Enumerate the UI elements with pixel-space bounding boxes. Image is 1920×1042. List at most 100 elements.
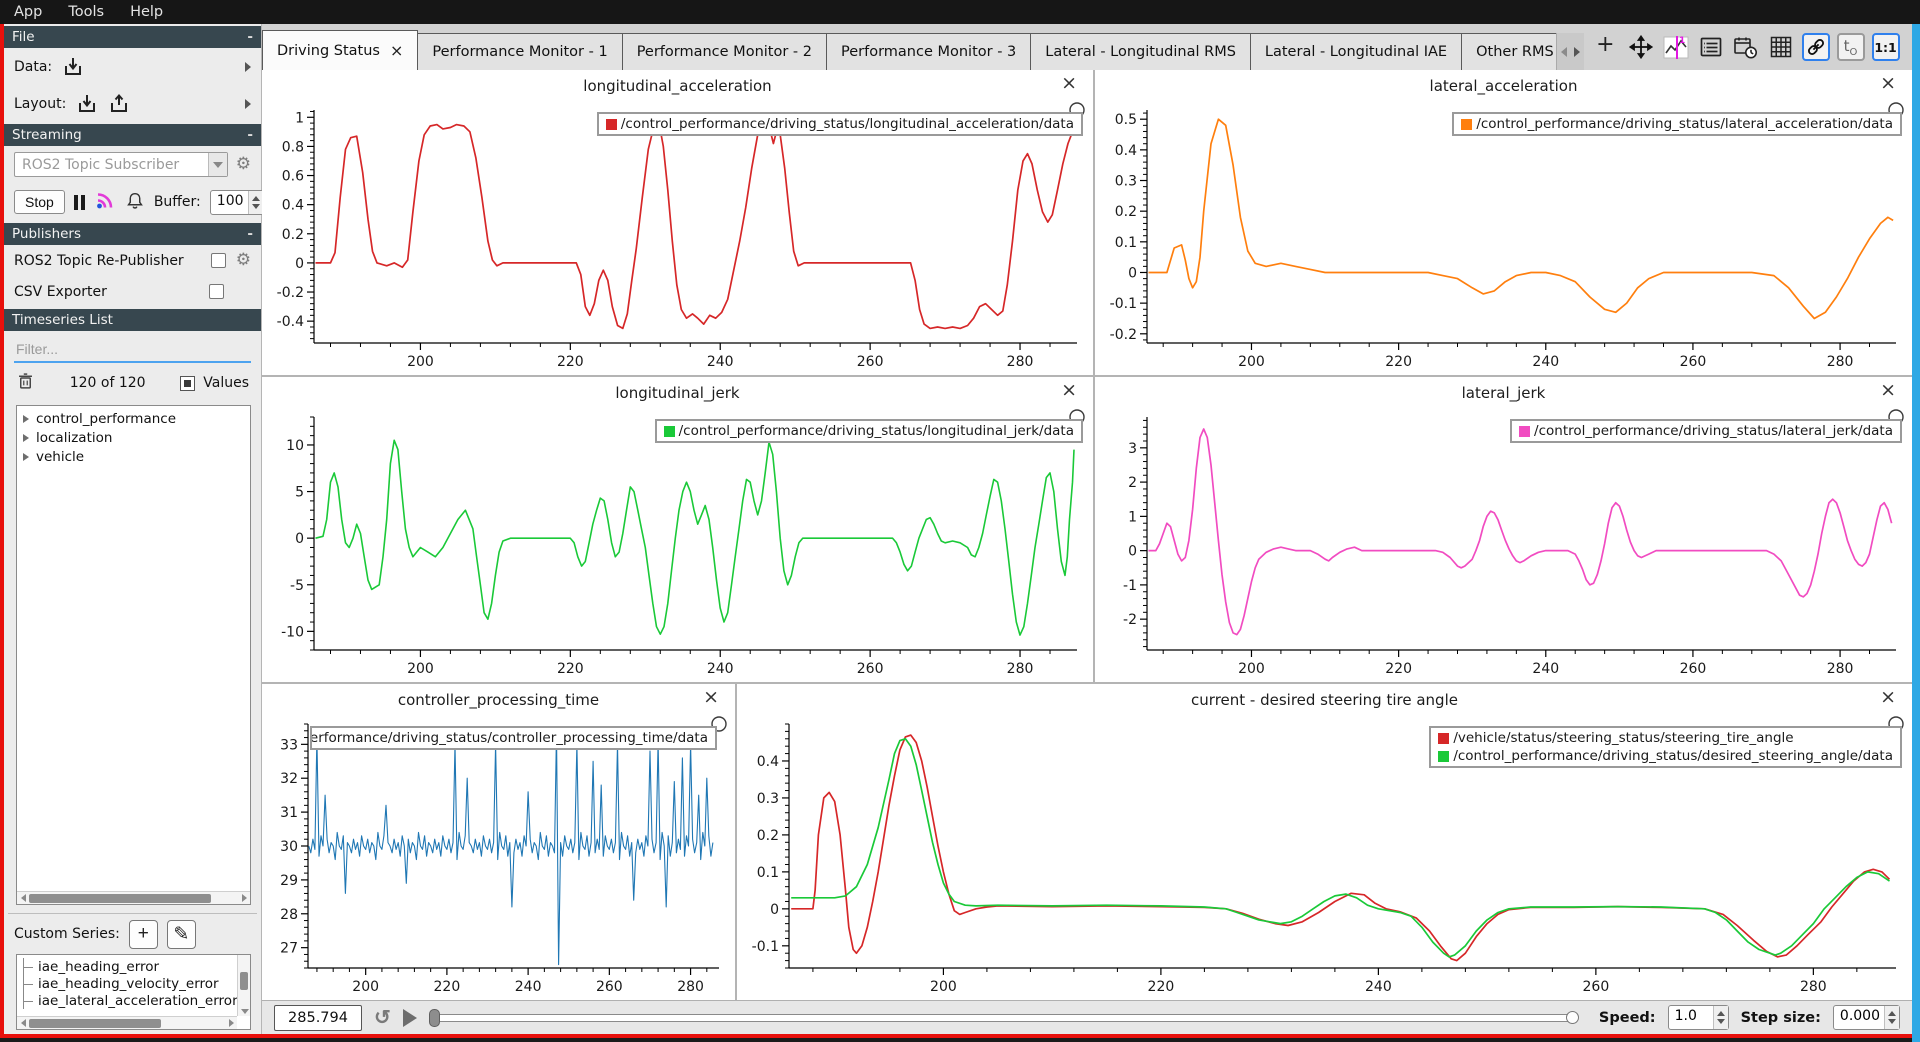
timeseries-tree: control_performancelocalization vehicle <box>16 405 251 905</box>
republisher-checkbox[interactable] <box>211 253 226 268</box>
tab-performance-monitor-2[interactable]: Performance Monitor - 2 <box>622 33 827 70</box>
svg-text:-0.4: -0.4 <box>277 314 304 330</box>
buffer-spinbox[interactable]: 100 <box>210 190 264 215</box>
streaming-gear-icon[interactable]: ⚙ <box>236 156 251 173</box>
menu-help[interactable]: Help <box>130 4 163 20</box>
streaming-source-select[interactable]: ROS2 Topic Subscriber <box>14 152 228 177</box>
combo-arrow-icon[interactable] <box>208 153 227 176</box>
grid-layout-icon[interactable] <box>1767 33 1795 61</box>
legend-entry[interactable]: /control_performance/driving_status/desi… <box>1438 748 1893 764</box>
loop-icon[interactable]: ↺ <box>374 1005 391 1030</box>
notification-bell-icon[interactable] <box>125 190 145 215</box>
legend-color-swatch-icon <box>1438 751 1449 762</box>
chart-legend[interactable]: /control_performance/driving_status/long… <box>597 112 1083 136</box>
section-header-publishers: Publishers - <box>4 223 261 245</box>
filter-input[interactable] <box>14 337 251 363</box>
load-data-icon[interactable] <box>62 56 84 78</box>
collapse-file-button[interactable]: - <box>247 29 253 45</box>
chart-legend[interactable]: /control_performance/driving_status/long… <box>655 419 1083 443</box>
chart-legend[interactable]: performance/driving_status/controller_pr… <box>310 726 717 750</box>
legend-entry[interactable]: performance/driving_status/controller_pr… <box>319 730 708 746</box>
edit-custom-series-button[interactable]: ✎ <box>167 920 196 949</box>
republisher-gear-icon[interactable]: ⚙ <box>236 252 251 269</box>
data-more-arrow-icon[interactable] <box>245 62 251 72</box>
svg-text:280: 280 <box>1007 661 1034 677</box>
collapse-publishers-button[interactable]: - <box>247 226 253 242</box>
legend-entry[interactable]: /vehicle/status/steering_status/steering… <box>1438 730 1893 746</box>
ratio-1-1-icon[interactable]: 1:1 <box>1872 33 1900 61</box>
chart-legend[interactable]: /vehicle/status/steering_status/steering… <box>1429 726 1902 768</box>
stop-button[interactable]: Stop <box>14 190 65 214</box>
time-offset-icon[interactable]: tO <box>1837 33 1865 61</box>
custom-series-item-iae-heading-error[interactable]: iae_heading_error <box>23 958 250 975</box>
custom-series-item-iae-heading-velocity-error[interactable]: iae_heading_velocity_error <box>23 975 250 992</box>
tab-scroll-right-icon[interactable] <box>1574 47 1580 57</box>
tree-item-localization[interactable]: localization <box>17 428 250 447</box>
datetime-icon[interactable] <box>1732 33 1760 61</box>
layout-more-arrow-icon[interactable] <box>245 99 251 109</box>
tree-item-label: vehicle <box>36 449 84 465</box>
csv-exporter-checkbox[interactable] <box>209 284 224 299</box>
spin-arrows-icon[interactable] <box>1713 1006 1728 1029</box>
tab-lateral-longitudinal-iae[interactable]: Lateral - Longitudinal IAE <box>1250 33 1462 70</box>
tree-item-vehicle[interactable]: vehicle <box>17 447 250 466</box>
time-slider-handle[interactable] <box>429 1009 440 1027</box>
tab-lateral-longitudinal-rms[interactable]: Lateral - Longitudinal RMS <box>1030 33 1251 70</box>
collapse-streaming-button[interactable]: - <box>247 127 253 143</box>
time-slider[interactable] <box>429 1008 1573 1028</box>
pause-icon[interactable] <box>74 195 85 210</box>
speed-spinbox[interactable]: 1.0 <box>1668 1005 1729 1030</box>
tab-scroll-left-icon[interactable] <box>1561 47 1567 57</box>
values-checkbox[interactable] <box>180 376 195 391</box>
custom-series-item-label: iae_heading_error <box>38 959 159 975</box>
tab-driving-status[interactable]: Driving Status× <box>262 30 418 70</box>
play-icon[interactable] <box>403 1009 417 1027</box>
tab-close-icon[interactable]: × <box>390 41 403 60</box>
custom-hscrollbar[interactable] <box>17 1016 237 1029</box>
legend-label: /control_performance/driving_status/late… <box>1476 116 1893 132</box>
tree-branch-icon <box>23 958 35 975</box>
custom-series-item-iae-lateral-acceleration-error[interactable]: iae_lateral_acceleration_error <box>23 992 250 1009</box>
tab-other-rms[interactable]: Other RMS <box>1461 33 1557 70</box>
tree-hscrollbar[interactable] <box>17 891 250 904</box>
add-tab-button[interactable]: + <box>1584 32 1626 63</box>
svg-text:0.4: 0.4 <box>282 198 304 214</box>
trash-icon[interactable] <box>16 371 35 395</box>
expander-icon[interactable] <box>23 415 29 423</box>
publisher-row-csv: CSV Exporter <box>4 276 261 307</box>
legend-entry[interactable]: /control_performance/driving_status/long… <box>664 423 1074 439</box>
legend-color-swatch-icon <box>664 426 675 437</box>
stream-signal-icon[interactable] <box>94 189 116 215</box>
step-size-spinbox[interactable]: 0.000 <box>1833 1005 1900 1030</box>
legend-entry[interactable]: /control_performance/driving_status/late… <box>1461 116 1893 132</box>
legend-entry[interactable]: /control_performance/driving_status/late… <box>1519 423 1893 439</box>
expander-icon[interactable] <box>23 434 29 442</box>
time-slider-track[interactable] <box>429 1014 1573 1022</box>
svg-text:220: 220 <box>1385 661 1412 677</box>
tree-hscroll-thumb[interactable] <box>29 894 211 903</box>
chart-legend[interactable]: /control_performance/driving_status/late… <box>1452 112 1902 136</box>
tab-performance-monitor-1[interactable]: Performance Monitor - 1 <box>417 33 622 70</box>
menu-tools[interactable]: Tools <box>68 4 104 20</box>
link-axes-icon[interactable] <box>1802 33 1830 61</box>
svg-text:0.1: 0.1 <box>757 865 779 881</box>
load-layout-icon[interactable] <box>76 93 98 115</box>
custom-vscroll-thumb[interactable] <box>240 972 248 990</box>
chart-legend[interactable]: /control_performance/driving_status/late… <box>1510 419 1902 443</box>
pan-move-icon[interactable] <box>1627 33 1655 61</box>
tree-item-control-performance[interactable]: control_performance <box>17 409 250 428</box>
save-layout-icon[interactable] <box>108 93 130 115</box>
menu-app[interactable]: App <box>14 4 42 20</box>
custom-vscrollbar[interactable] <box>237 955 250 1016</box>
svg-text:260: 260 <box>1583 979 1610 995</box>
list-view-icon[interactable] <box>1697 33 1725 61</box>
current-time-display[interactable]: 285.794 <box>274 1005 362 1031</box>
add-custom-series-button[interactable]: + <box>129 920 158 949</box>
legend-entry[interactable]: /control_performance/driving_status/long… <box>606 116 1074 132</box>
tab-performance-monitor-3[interactable]: Performance Monitor - 3 <box>826 33 1031 70</box>
curve-tracker-icon[interactable]: 1 <box>1662 33 1690 61</box>
spin-arrows-icon[interactable] <box>1884 1006 1899 1029</box>
custom-hscroll-thumb[interactable] <box>29 1019 161 1028</box>
spin-arrows-icon[interactable] <box>248 191 263 214</box>
expander-icon[interactable] <box>23 453 29 461</box>
